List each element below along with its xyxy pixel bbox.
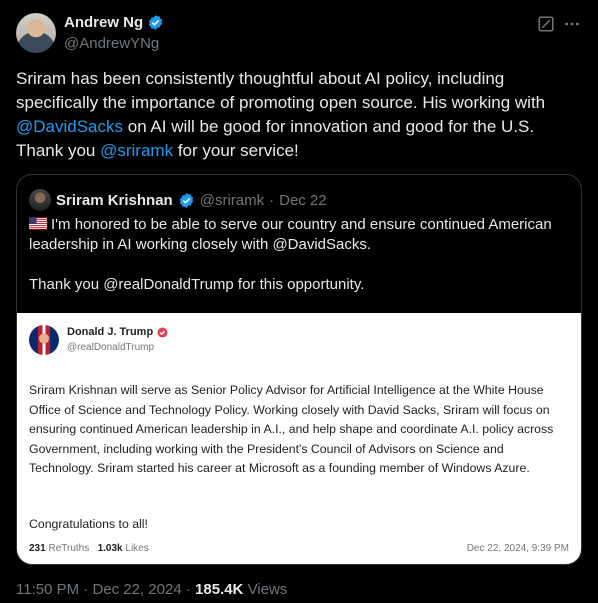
quoted-tweet[interactable]: Sriram Krishnan @sriramk · Dec 22 I'm ho… [16,174,582,565]
quote-date[interactable]: Dec 22 [279,192,327,209]
author-name-row: Andrew Ng [64,14,164,31]
mention-sriramk[interactable]: @sriramk [100,141,173,160]
quote-header: Sriram Krishnan @sriramk · Dec 22 [29,189,327,211]
author-name[interactable]: Andrew Ng [64,14,143,31]
card-date: Dec 22, 2024, 9:39 PM [466,543,569,554]
card-congrats-text: Congratulations to all! [29,517,148,531]
quote-line-2: Thank you @realDonaldTrump for this oppo… [29,276,365,293]
verified-badge-icon [149,15,163,30]
grok-icon[interactable] [537,15,555,33]
quote-author-handle[interactable]: @sriramk [200,192,264,209]
meta-separator: · [83,581,89,598]
quote-separator: · [269,191,275,209]
quote-image-card[interactable]: Donald J. Trump @realDonaldTrump Sriram … [17,313,581,564]
author-handle[interactable]: @AndrewYNg [64,35,159,52]
card-likes-label: Likes [125,543,149,554]
card-stats: 231 ReTruths 1.03k Likes [29,543,149,554]
views-count: 185.4K [195,581,244,598]
tweet-date[interactable]: Dec 22, 2024 [92,581,181,598]
views-label: Views [247,581,288,598]
tweet-time[interactable]: 11:50 PM [16,581,79,598]
quote-avatar[interactable] [29,189,51,211]
card-avatar [29,325,59,355]
verified-badge-icon [179,192,193,208]
more-icon[interactable] [563,15,581,33]
card-author-handle: @realDonaldTrump [67,342,155,353]
card-name-row: Donald J. Trump [67,326,168,338]
tweet-text-part3: for your service! [173,141,299,160]
card-likes-count: 1.03k [97,543,123,554]
quote-author-name[interactable]: Sriram Krishnan [56,192,173,209]
mention-davidsacks[interactable]: @DavidSacks [16,117,123,136]
card-retruths-count: 231 [29,543,46,554]
truth-verified-badge-icon [157,326,168,338]
card-body-text: Sriram Krishnan will serve as Senior Pol… [29,383,554,475]
card-author-name: Donald J. Trump [67,326,154,338]
quote-text: I'm honored to be able to serve our coun… [29,215,569,295]
tweet-text-part1: Sriram has been consistently thoughtful … [16,69,546,112]
card-retruths-label: ReTruths [48,543,90,554]
tweet-meta: 11:50 PM · Dec 22, 2024 · 185.4K Views [16,581,287,598]
us-flag-icon [29,217,47,230]
tweet-text: Sriram has been consistently thoughtful … [16,67,582,163]
author-avatar[interactable] [16,13,56,53]
quote-line-1: I'm honored to be able to serve our coun… [29,216,552,253]
meta-separator-2: · [185,581,191,598]
